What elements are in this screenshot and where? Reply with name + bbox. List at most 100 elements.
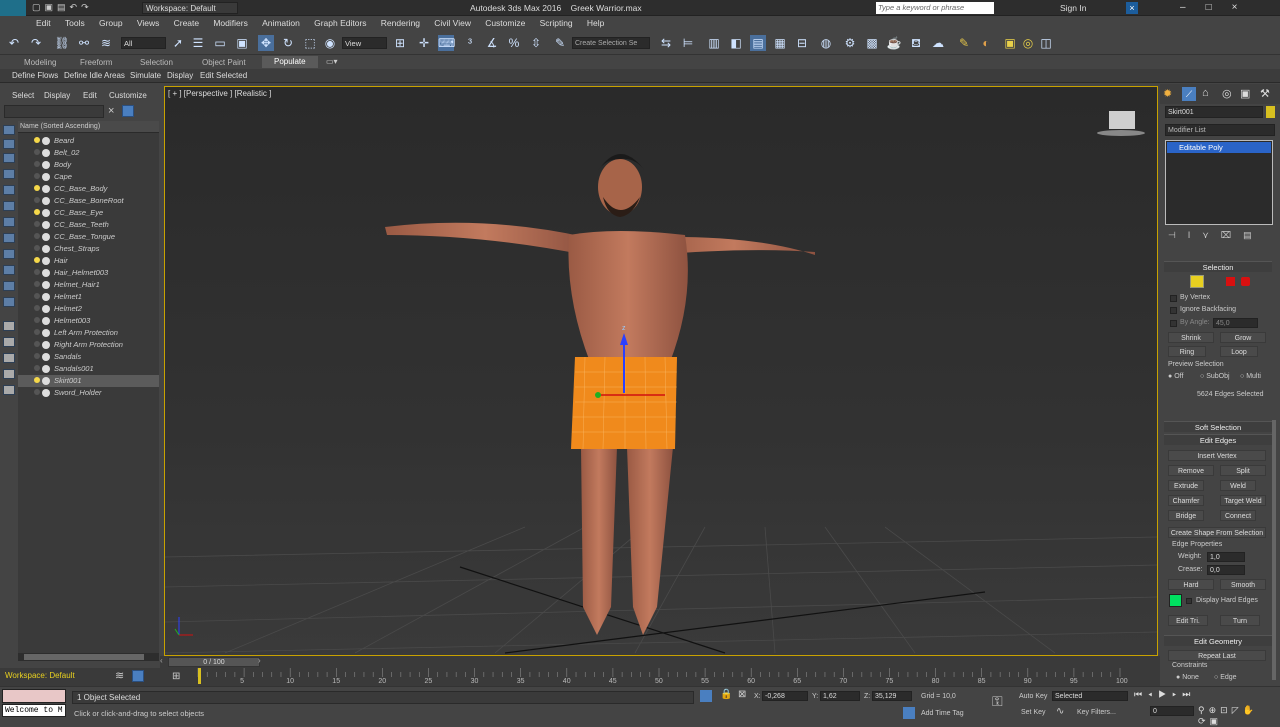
explorer-item[interactable]: Skirt001 bbox=[18, 375, 159, 387]
visibility-bulb-icon[interactable] bbox=[34, 173, 40, 179]
soft-selection-rollout-header[interactable]: Soft Selection bbox=[1164, 421, 1272, 432]
workspace-dropdown[interactable]: Workspace: Default bbox=[142, 2, 238, 14]
redo-icon[interactable]: ↷ bbox=[81, 2, 93, 12]
modify-tab-icon[interactable]: ⟋ bbox=[1182, 87, 1196, 101]
visibility-bulb-icon[interactable] bbox=[34, 209, 40, 215]
visibility-bulb-icon[interactable] bbox=[34, 281, 40, 287]
insert-vertex-button[interactable]: Insert Vertex bbox=[1168, 450, 1266, 461]
curve-editor-icon[interactable]: ▦ bbox=[772, 35, 788, 51]
visibility-bulb-icon[interactable] bbox=[34, 197, 40, 203]
named-selection-set-dropdown[interactable]: Create Selection Se bbox=[572, 37, 650, 49]
menu-item[interactable]: Animation bbox=[256, 16, 306, 31]
create-shape-button[interactable]: Create Shape From Selection bbox=[1168, 527, 1266, 538]
set-key-label[interactable]: Set Key bbox=[1021, 709, 1046, 716]
ribbon-tab[interactable]: Selection bbox=[140, 58, 173, 67]
border-mode-icon[interactable] bbox=[1226, 277, 1235, 286]
unlink-icon[interactable]: ⚯ bbox=[76, 35, 92, 51]
time-slider-thumb[interactable]: 0 / 100 bbox=[168, 657, 260, 667]
edit-named-sets-icon[interactable]: ✎ bbox=[552, 35, 568, 51]
align-icon[interactable]: ⊨ bbox=[680, 35, 696, 51]
maxscript-mini-listener[interactable]: Welcome to M bbox=[2, 704, 66, 717]
layers-icon[interactable]: ≋ bbox=[115, 669, 124, 682]
edge-mode-icon[interactable] bbox=[1190, 275, 1204, 288]
explorer-item[interactable]: Hair_Helmet003 bbox=[18, 267, 159, 279]
link-icon[interactable]: ⛓ bbox=[54, 35, 70, 51]
menu-item[interactable]: Create bbox=[168, 16, 206, 31]
undo-icon[interactable]: ↶ bbox=[6, 35, 22, 51]
explorer-item[interactable]: Helmet003 bbox=[18, 315, 159, 327]
ribbon-item[interactable]: Simulate bbox=[130, 71, 161, 80]
pin-stack-icon[interactable]: ⊣ bbox=[1168, 230, 1188, 240]
by-angle-checkbox[interactable] bbox=[1170, 320, 1177, 327]
layer-explorer-icon[interactable]: ◧ bbox=[728, 35, 744, 51]
selection-rollout-header[interactable]: Selection bbox=[1164, 261, 1272, 272]
utilities-tab-icon[interactable]: ⚒ bbox=[1260, 87, 1270, 100]
display-xrefs-icon[interactable] bbox=[3, 265, 15, 275]
close-icon[interactable]: × bbox=[1232, 2, 1258, 13]
set-key-icon[interactable]: ⚿ bbox=[992, 693, 1003, 710]
ribbon-options-icon[interactable]: ▭▾ bbox=[326, 57, 338, 66]
find-case-icon[interactable] bbox=[122, 105, 134, 117]
percent-snap-icon[interactable]: % bbox=[506, 35, 522, 51]
visibility-bulb-icon[interactable] bbox=[34, 377, 40, 383]
key-curve-icon[interactable]: ∿ bbox=[1056, 706, 1064, 717]
mirror-icon[interactable]: ⇆ bbox=[658, 35, 674, 51]
object-color-swatch[interactable] bbox=[1266, 106, 1275, 118]
display-lights-icon[interactable] bbox=[3, 185, 15, 195]
edit-tri-button[interactable]: Edit Tri. bbox=[1168, 615, 1208, 626]
visibility-bulb-icon[interactable] bbox=[34, 185, 40, 191]
maximize-icon[interactable]: □ bbox=[1206, 2, 1232, 13]
visibility-bulb-icon[interactable] bbox=[34, 365, 40, 371]
explorer-item[interactable]: Beard bbox=[18, 135, 159, 147]
visibility-bulb-icon[interactable] bbox=[34, 329, 40, 335]
open-icon[interactable]: ▣ bbox=[45, 2, 58, 12]
explorer-menu-item[interactable]: Edit bbox=[83, 91, 97, 100]
preview-multi-radio[interactable]: ○ Multi bbox=[1240, 373, 1261, 380]
y-coordinate-field[interactable]: 1,62 bbox=[820, 691, 860, 701]
menu-item[interactable]: Tools bbox=[59, 16, 91, 31]
redo-icon[interactable]: ↷ bbox=[28, 35, 44, 51]
close-search-icon[interactable]: × bbox=[1126, 2, 1138, 14]
explorer-menu-item[interactable]: Display bbox=[44, 91, 70, 100]
selection-filter-dropdown[interactable]: All bbox=[121, 37, 166, 49]
scale-icon[interactable]: ⬚ bbox=[302, 35, 318, 51]
explorer-item[interactable]: Chest_Straps bbox=[18, 243, 159, 255]
zoom-icon[interactable]: ⚲ bbox=[1198, 705, 1209, 715]
pan-icon[interactable]: ✋ bbox=[1243, 705, 1258, 715]
scene-explorer-icon[interactable]: ▥ bbox=[706, 35, 722, 51]
command-panel-scrollbar[interactable] bbox=[1272, 420, 1276, 680]
display-all-icon[interactable] bbox=[3, 139, 15, 149]
display-shapes-icon[interactable] bbox=[3, 169, 15, 179]
visibility-bulb-icon[interactable] bbox=[34, 317, 40, 323]
angle-spinner[interactable]: 45,0 bbox=[1213, 318, 1258, 328]
search-input[interactable]: Type a keyword or phrase bbox=[876, 2, 994, 14]
ribbon-tab[interactable]: Modeling bbox=[24, 58, 56, 67]
display-none-icon[interactable] bbox=[3, 125, 15, 135]
ribbon-tab[interactable]: Object Paint bbox=[202, 58, 246, 67]
loop-button[interactable]: Loop bbox=[1220, 346, 1258, 357]
x-coordinate-field[interactable]: -0,268 bbox=[762, 691, 808, 701]
menu-item[interactable]: Group bbox=[93, 16, 129, 31]
bridge-button[interactable]: Bridge bbox=[1168, 510, 1204, 521]
display-hard-edges-checkbox[interactable] bbox=[1186, 598, 1192, 604]
explorer-item[interactable]: Sandals bbox=[18, 351, 159, 363]
stack-item-editable-poly[interactable]: Editable Poly bbox=[1167, 142, 1271, 153]
absolute-mode-icon[interactable]: ⊠ bbox=[738, 689, 746, 700]
select-manipulate-icon[interactable]: ✛ bbox=[416, 35, 432, 51]
explorer-item[interactable]: Sandals001 bbox=[18, 363, 159, 375]
hard-button[interactable]: Hard bbox=[1168, 579, 1214, 590]
material-editor-icon[interactable]: ◍ bbox=[818, 35, 834, 51]
hidden-icon[interactable] bbox=[3, 337, 15, 347]
freeform-icon[interactable]: ◐ bbox=[978, 35, 994, 51]
time-tag-icon[interactable] bbox=[903, 707, 915, 719]
pivot-center-icon[interactable]: ⊞ bbox=[392, 35, 408, 51]
filter-icon[interactable] bbox=[3, 353, 15, 363]
zoom-extents-icon[interactable]: ⊡ bbox=[1220, 705, 1232, 715]
display-tab-icon[interactable]: ▣ bbox=[1240, 87, 1250, 100]
display-helpers-icon[interactable] bbox=[3, 217, 15, 227]
save-icon[interactable]: ▤ bbox=[57, 2, 70, 12]
render-teapot-icon[interactable]: ☕ bbox=[886, 35, 902, 51]
constraint-edge-radio[interactable]: ○ Edge bbox=[1214, 674, 1237, 681]
explorer-hscroll[interactable] bbox=[18, 653, 159, 661]
menu-item[interactable]: Civil View bbox=[428, 16, 477, 31]
